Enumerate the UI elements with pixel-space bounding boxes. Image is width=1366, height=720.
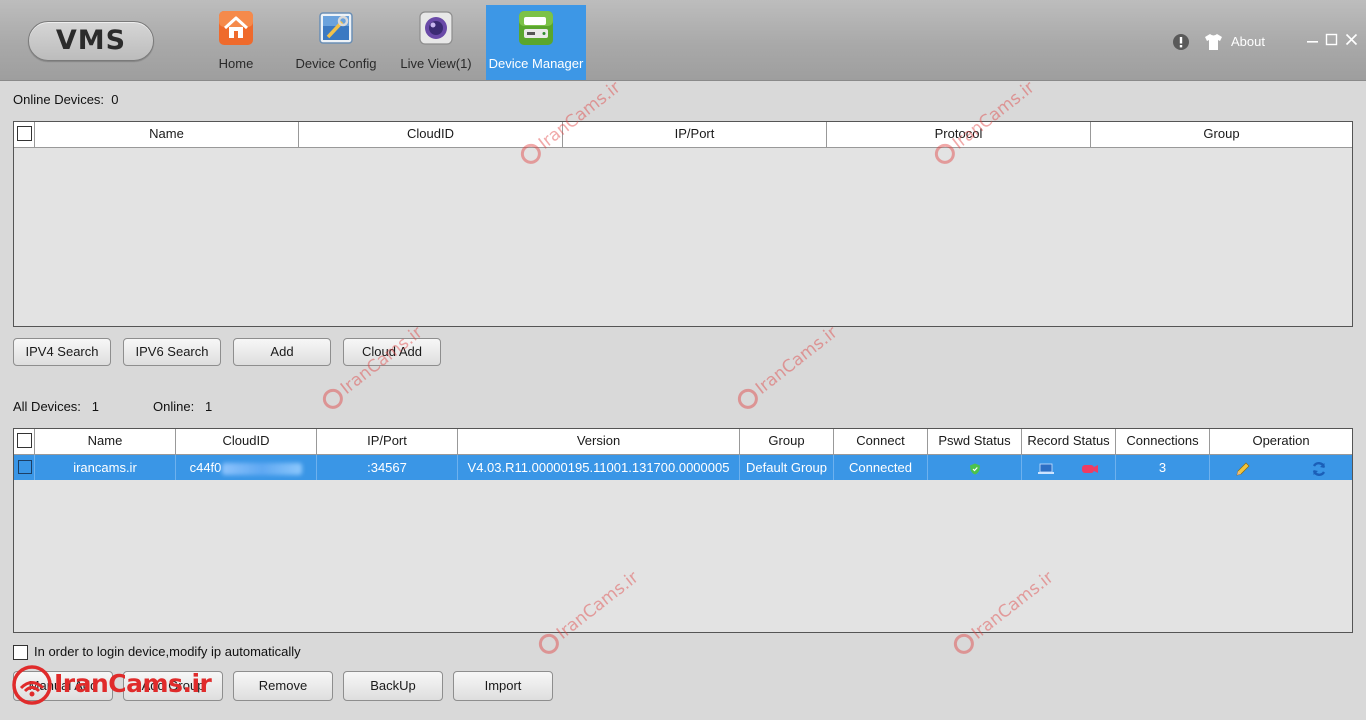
col-header-name[interactable]: Name: [35, 122, 299, 147]
local-record-icon: [1037, 463, 1054, 474]
online-devices-label: Online Devices: 0: [13, 92, 119, 107]
col-header-cloudid[interactable]: CloudID: [176, 429, 317, 454]
password-ok-shield-icon: [969, 463, 980, 475]
online-count-value: 1: [205, 399, 213, 414]
tab-home[interactable]: Home: [186, 5, 286, 80]
auto-modify-ip-label: In order to login device,modify ip autom…: [34, 644, 301, 659]
cell-pswd-status: [928, 455, 1022, 480]
maximize-icon[interactable]: [1325, 33, 1338, 46]
col-header-ipport[interactable]: IP/Port: [563, 122, 827, 147]
cloud-record-camera-icon: [1082, 464, 1099, 473]
home-icon: [219, 11, 253, 45]
cell-name: irancams.ir: [35, 455, 176, 480]
remove-button[interactable]: Remove: [233, 671, 333, 701]
all-select-all-cell: [14, 429, 35, 454]
brand-logo: IranCams.ir: [12, 663, 227, 709]
online-devices-table[interactable]: Name CloudID IP/Port Protocol Group: [13, 121, 1353, 327]
col-header-pswd-status[interactable]: Pswd Status: [928, 429, 1022, 454]
refresh-icon[interactable]: [1311, 461, 1327, 477]
watermark: IranCams.ir: [733, 323, 842, 413]
tab-device-manager[interactable]: Device Manager: [486, 5, 586, 80]
col-header-operation[interactable]: Operation: [1210, 429, 1352, 454]
ipv6-search-button[interactable]: IPV6 Search: [123, 338, 221, 366]
device-manager-icon: [519, 11, 553, 45]
cell-version: V4.03.R11.00000195.11001.131700.0000005: [458, 455, 740, 480]
close-icon[interactable]: [1345, 33, 1358, 46]
cell-ipport: :34567: [317, 455, 458, 480]
online-select-all-cell: [14, 122, 35, 147]
title-bar: VMS Home Device Config Live View(1) Devi…: [0, 0, 1366, 81]
online-table-header: Name CloudID IP/Port Protocol Group: [14, 122, 1352, 148]
online-select-all-checkbox[interactable]: [17, 126, 32, 141]
col-header-group[interactable]: Group: [740, 429, 834, 454]
auto-modify-ip-checkbox[interactable]: [13, 645, 28, 660]
row-checkbox[interactable]: [18, 460, 32, 474]
tab-device-config-label: Device Config: [295, 56, 377, 71]
tab-live-view-label: Live View(1): [400, 56, 472, 71]
col-header-record-status[interactable]: Record Status: [1022, 429, 1116, 454]
all-devices-label: All Devices: 1: [13, 399, 99, 414]
tab-home-label: Home: [218, 56, 254, 71]
ipv4-search-button[interactable]: IPV4 Search: [13, 338, 111, 366]
cell-group: Default Group: [740, 455, 834, 480]
col-header-connect[interactable]: Connect: [834, 429, 928, 454]
skin-shirt-icon[interactable]: [1204, 33, 1223, 51]
about-link[interactable]: About: [1231, 34, 1265, 49]
watermark: IranCams.ir: [318, 323, 427, 413]
row-select-cell: [14, 455, 35, 480]
cloudid-blurred-region: [222, 462, 303, 475]
col-header-cloudid[interactable]: CloudID: [299, 122, 563, 147]
minimize-icon[interactable]: [1306, 34, 1319, 46]
info-icon[interactable]: [1172, 33, 1190, 51]
tab-device-manager-label: Device Manager: [488, 56, 584, 71]
cell-record-status: [1022, 455, 1116, 480]
backup-button[interactable]: BackUp: [343, 671, 443, 701]
col-header-version[interactable]: Version: [458, 429, 740, 454]
brand-logo-mark: [12, 665, 52, 705]
col-header-connections[interactable]: Connections: [1116, 429, 1210, 454]
col-header-name[interactable]: Name: [35, 429, 176, 454]
tab-device-config[interactable]: Device Config: [286, 5, 386, 80]
add-button[interactable]: Add: [233, 338, 331, 366]
cell-cloudid: c44f0: [176, 455, 317, 480]
device-config-icon: [319, 12, 353, 44]
table-row[interactable]: irancams.ir c44f0 :34567 V4.03.R11.00000…: [14, 455, 1352, 480]
all-devices-table[interactable]: Name CloudID IP/Port Version Group Conne…: [13, 428, 1353, 633]
cell-connections: 3: [1116, 455, 1210, 480]
app-logo: VMS: [28, 21, 154, 61]
online-devices-count: 0: [111, 92, 119, 107]
all-table-header: Name CloudID IP/Port Version Group Conne…: [14, 429, 1352, 455]
edit-pencil-icon[interactable]: [1235, 461, 1251, 477]
import-button[interactable]: Import: [453, 671, 553, 701]
online-count-label: Online: 1: [153, 399, 213, 414]
cell-operation: [1210, 455, 1352, 480]
tab-live-view[interactable]: Live View(1): [386, 5, 486, 80]
brand-text: IranCams.ir: [54, 669, 212, 698]
all-select-all-checkbox[interactable]: [17, 433, 32, 448]
col-header-group[interactable]: Group: [1091, 122, 1352, 147]
cell-connect: Connected: [834, 455, 928, 480]
all-devices-count: 1: [91, 399, 99, 414]
live-view-icon: [419, 11, 453, 45]
col-header-ipport[interactable]: IP/Port: [317, 429, 458, 454]
cell-cloudid-text: c44f0: [189, 460, 222, 475]
